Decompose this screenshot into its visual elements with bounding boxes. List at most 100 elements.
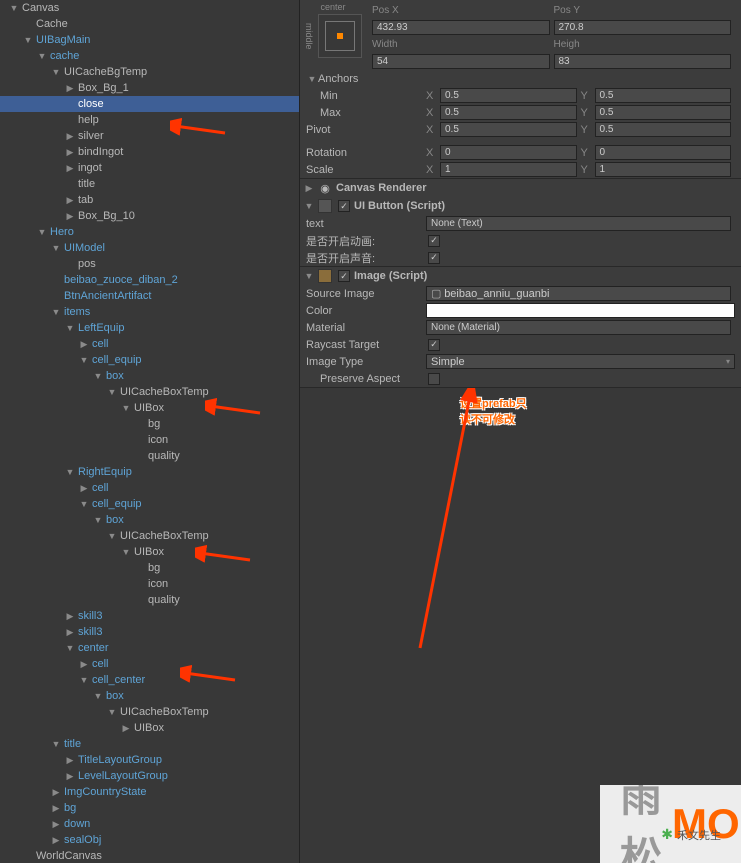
ui-button-header[interactable]: ✓ UI Button (Script) (300, 197, 741, 215)
anim-checkbox[interactable]: ✓ (428, 235, 440, 247)
hierarchy-item[interactable]: Box_Bg_10 (0, 208, 299, 224)
color-field[interactable] (426, 303, 735, 318)
sound-checkbox[interactable]: ✓ (428, 252, 440, 264)
foldout-icon[interactable] (8, 3, 20, 13)
hierarchy-item[interactable]: ingot (0, 160, 299, 176)
image-enabled-checkbox[interactable]: ✓ (338, 270, 350, 282)
hierarchy-item[interactable]: Cache (0, 16, 299, 32)
hierarchy-item[interactable]: Hero (0, 224, 299, 240)
hierarchy-item[interactable]: skill3 (0, 608, 299, 624)
foldout-icon[interactable] (106, 531, 118, 541)
foldout-icon[interactable] (92, 691, 104, 701)
foldout-icon[interactable] (120, 723, 132, 734)
image-header[interactable]: ✓ Image (Script) (300, 267, 741, 285)
hierarchy-item[interactable]: cell_equip (0, 352, 299, 368)
hierarchy-item[interactable]: LevelLayoutGroup (0, 768, 299, 784)
hierarchy-item[interactable]: down (0, 816, 299, 832)
foldout-icon[interactable] (120, 547, 132, 557)
foldout-icon[interactable] (64, 83, 76, 94)
height-field[interactable]: 83 (554, 54, 732, 69)
hierarchy-item[interactable]: bg (0, 800, 299, 816)
anchor-max-x[interactable]: 0.5 (440, 105, 577, 120)
posy-field[interactable]: 270.8 (554, 20, 732, 35)
foldout-icon[interactable] (78, 499, 90, 509)
hierarchy-item[interactable]: box (0, 688, 299, 704)
foldout-icon[interactable] (64, 163, 76, 174)
hierarchy-item[interactable]: silver (0, 128, 299, 144)
hierarchy-item[interactable]: title (0, 176, 299, 192)
anchor-preset-button[interactable] (318, 14, 362, 58)
hierarchy-item[interactable]: Box_Bg_1 (0, 80, 299, 96)
rot-x[interactable]: 0 (440, 145, 577, 160)
foldout-icon[interactable] (50, 787, 62, 798)
hierarchy-item[interactable]: BtnAncientArtifact (0, 288, 299, 304)
foldout-icon[interactable] (64, 323, 76, 333)
foldout-icon[interactable] (64, 131, 76, 142)
hierarchy-item[interactable]: UIBox (0, 720, 299, 736)
raycast-checkbox[interactable]: ✓ (428, 339, 440, 351)
hierarchy-item[interactable]: icon (0, 576, 299, 592)
foldout-icon[interactable] (78, 355, 90, 365)
hierarchy-item[interactable]: UICacheBgTemp (0, 64, 299, 80)
foldout-icon[interactable] (106, 387, 118, 397)
anchor-min-y[interactable]: 0.5 (595, 88, 732, 103)
foldout-icon[interactable] (120, 403, 132, 413)
hierarchy-item[interactable]: UIBox (0, 544, 299, 560)
foldout-icon[interactable] (50, 819, 62, 830)
foldout-icon[interactable] (64, 147, 76, 158)
hierarchy-item[interactable]: cache (0, 48, 299, 64)
width-field[interactable]: 54 (372, 54, 550, 69)
foldout-icon[interactable] (64, 771, 76, 782)
foldout-icon[interactable] (50, 307, 62, 317)
foldout-icon[interactable] (36, 227, 48, 237)
hierarchy-item[interactable]: beibao_zuoce_diban_2 (0, 272, 299, 288)
hierarchy-item[interactable]: RightEquip (0, 464, 299, 480)
hierarchy-item[interactable]: cell_center (0, 672, 299, 688)
hierarchy-item[interactable]: WorldCanvas (0, 848, 299, 863)
hierarchy-item[interactable]: skill3 (0, 624, 299, 640)
hierarchy-item[interactable]: LeftEquip (0, 320, 299, 336)
scale-x[interactable]: 1 (440, 162, 577, 177)
hierarchy-item[interactable]: icon (0, 432, 299, 448)
foldout-icon[interactable] (50, 803, 62, 814)
hierarchy-item[interactable]: pos (0, 256, 299, 272)
foldout-icon[interactable] (50, 243, 62, 253)
foldout-icon[interactable] (50, 739, 62, 749)
pivot-x[interactable]: 0.5 (440, 122, 577, 137)
hierarchy-item[interactable]: UICacheBoxTemp (0, 384, 299, 400)
foldout-icon[interactable] (64, 755, 76, 766)
rot-y[interactable]: 0 (595, 145, 732, 160)
hierarchy-item[interactable]: tab (0, 192, 299, 208)
preserve-checkbox[interactable] (428, 373, 440, 385)
posx-field[interactable]: 432.93 (372, 20, 550, 35)
foldout-icon[interactable] (22, 35, 34, 45)
hierarchy-item[interactable]: items (0, 304, 299, 320)
foldout-icon[interactable] (50, 835, 62, 846)
hierarchy-panel[interactable]: CanvasCacheUIBagMaincacheUICacheBgTempBo… (0, 0, 300, 863)
foldout-icon[interactable] (64, 611, 76, 622)
foldout-icon[interactable] (36, 51, 48, 61)
foldout-icon[interactable] (64, 467, 76, 477)
foldout-icon[interactable] (64, 643, 76, 653)
foldout-icon[interactable] (78, 339, 90, 350)
hierarchy-item[interactable]: quality (0, 592, 299, 608)
foldout-icon[interactable] (78, 483, 90, 494)
anchor-min-x[interactable]: 0.5 (440, 88, 577, 103)
hierarchy-item[interactable]: help (0, 112, 299, 128)
hierarchy-item[interactable]: cell (0, 336, 299, 352)
anchor-max-y[interactable]: 0.5 (595, 105, 732, 120)
hierarchy-item[interactable]: quality (0, 448, 299, 464)
foldout-icon[interactable] (78, 675, 90, 685)
foldout-icon[interactable] (50, 67, 62, 77)
imagetype-dropdown[interactable]: Simple (426, 354, 735, 369)
foldout-icon[interactable] (92, 515, 104, 525)
hierarchy-item[interactable]: Canvas (0, 0, 299, 16)
pivot-y[interactable]: 0.5 (595, 122, 732, 137)
text-field[interactable]: None (Text) (426, 216, 731, 231)
hierarchy-item[interactable]: UIBox (0, 400, 299, 416)
canvas-renderer-header[interactable]: ◉ Canvas Renderer (300, 179, 741, 197)
hierarchy-item[interactable]: cell (0, 480, 299, 496)
anchors-foldout[interactable] (306, 74, 318, 84)
source-field[interactable]: ▢ beibao_anniu_guanbi (426, 286, 731, 301)
hierarchy-item[interactable]: cell (0, 656, 299, 672)
